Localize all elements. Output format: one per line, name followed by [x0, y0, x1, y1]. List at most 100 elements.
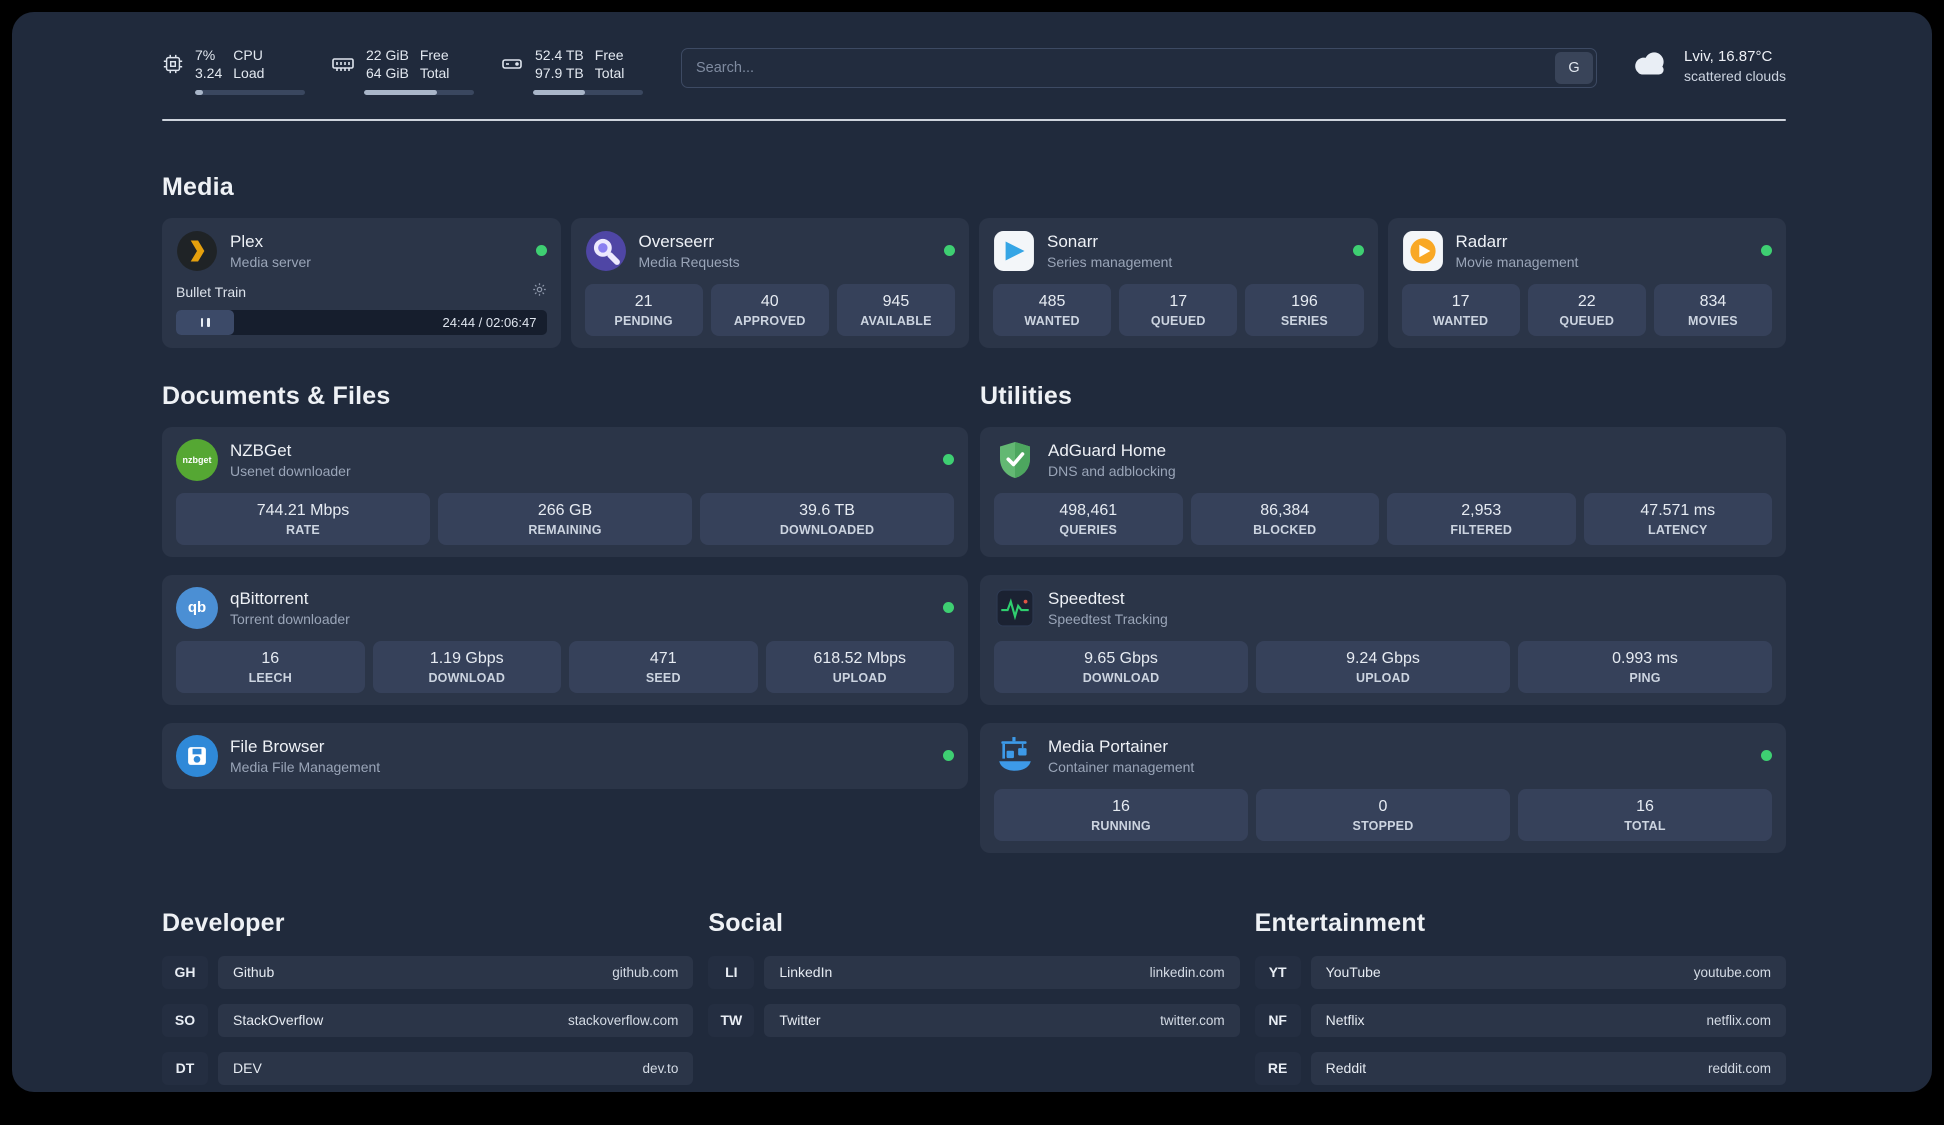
sonarr-card[interactable]: Sonarr Series management 485 WANTED 17 Q… — [979, 217, 1378, 348]
nzbget-card[interactable]: nzbget NZBGet Usenet downloader 744.21 M… — [162, 426, 968, 557]
stat-value: 618.52 Mbps — [813, 649, 906, 667]
disk-label-top: Free — [594, 47, 624, 63]
link-abbr: SO — [162, 1003, 208, 1037]
utilities-column: Utilities AdGuard Home DNS and adblockin… — [980, 382, 1786, 853]
header-divider — [162, 118, 1786, 121]
plex-card[interactable]: Plex Media server Bullet Train 24:44 / 0… — [162, 217, 561, 348]
link-name: Reddit — [1325, 1060, 1367, 1077]
gear-icon[interactable] — [532, 282, 547, 302]
stat-tile: 17 QUEUED — [1119, 283, 1238, 336]
stat-label: RUNNING — [1091, 818, 1151, 833]
stat-tile: 17 WANTED — [1401, 283, 1520, 336]
search-bar[interactable]: G — [681, 48, 1598, 88]
status-dot — [535, 245, 547, 257]
app-name: Radarr — [1455, 231, 1508, 251]
disk-icon — [500, 52, 524, 76]
link-twitter[interactable]: Twitter twitter.com — [764, 1003, 1240, 1037]
stat-value: 39.6 TB — [799, 501, 855, 519]
stat-tile: 196 SERIES — [1245, 283, 1364, 336]
documents-section-title: Documents & Files — [162, 381, 391, 410]
topbar: 7% 3.24 CPU Load 22 GiB 64 GiB Free Tota… — [162, 46, 1786, 95]
link-netflix[interactable]: Netflix netflix.com — [1310, 1003, 1786, 1037]
stat-label: DOWNLOAD — [428, 670, 506, 685]
link-url: twitter.com — [1160, 1012, 1225, 1028]
app-name: qBittorrent — [230, 588, 309, 608]
link-abbr: RE — [1254, 1051, 1301, 1085]
disk-total-value: 97.9 TB — [535, 65, 584, 82]
qbittorrent-icon: qb — [176, 586, 218, 629]
link-row: NF Netflix netflix.com — [1254, 1003, 1786, 1037]
stat-label: TOTAL — [1624, 818, 1666, 833]
stat-value: 16 — [261, 649, 280, 667]
stat-tile: 744.21 Mbps RATE — [176, 492, 430, 545]
developer-section-title: Developer — [162, 908, 285, 937]
app-desc: Container management — [1048, 758, 1195, 775]
stat-value: 2,953 — [1461, 501, 1502, 519]
radarr-icon — [1402, 230, 1444, 272]
stat-value: 498,461 — [1059, 501, 1118, 519]
stat-tile: 498,461 QUERIES — [994, 492, 1183, 545]
link-row: DT DEV dev.to — [162, 1051, 694, 1085]
disk-label-bottom: Total — [594, 65, 625, 82]
stat-tile: 618.52 Mbps UPLOAD — [765, 640, 954, 693]
link-name: DEV — [233, 1060, 262, 1077]
app-desc: Speedtest Tracking — [1048, 610, 1168, 627]
app-name: NZBGet — [230, 440, 292, 460]
stat-value: 0 — [1378, 797, 1388, 815]
plex-icon — [176, 230, 218, 272]
link-name: Netflix — [1325, 1012, 1365, 1029]
portainer-card[interactable]: Media Portainer Container management 16 … — [980, 722, 1786, 853]
link-linkedin[interactable]: LinkedIn linkedin.com — [764, 955, 1240, 989]
link-dev[interactable]: DEV dev.to — [218, 1051, 694, 1085]
stat-value: 9.65 Gbps — [1084, 649, 1158, 667]
pause-button[interactable] — [176, 309, 234, 335]
documents-column: Documents & Files nzbget NZBGet Usenet d… — [162, 382, 968, 853]
stat-label: DOWNLOADED — [779, 522, 875, 537]
link-abbr: YT — [1254, 955, 1301, 989]
app-desc: Movie management — [1455, 253, 1579, 270]
link-row: YT YouTube youtube.com — [1254, 955, 1786, 989]
stat-tile: 47.571 ms LATENCY — [1583, 492, 1772, 545]
stat-label: FILTERED — [1450, 522, 1513, 537]
cpu-progress-bar — [195, 89, 305, 95]
overseerr-card[interactable]: Overseerr Media Requests 21 PENDING 40 A… — [570, 217, 969, 348]
nzbget-icon: nzbget — [176, 438, 218, 481]
stat-label: MOVIES — [1688, 313, 1738, 328]
link-youtube[interactable]: YouTube youtube.com — [1310, 955, 1786, 989]
adguard-icon — [994, 439, 1036, 481]
filebrowser-card[interactable]: File Browser Media File Management — [162, 722, 968, 789]
search-engine-button[interactable]: G — [1555, 52, 1594, 84]
stat-value: 47.571 ms — [1640, 501, 1716, 519]
cpu-load-value: 3.24 — [195, 65, 223, 82]
link-abbr: GH — [162, 955, 208, 989]
ram-label-top: Free — [419, 47, 449, 63]
media-section-title: Media — [162, 172, 234, 201]
link-row: TW Twitter twitter.com — [708, 1003, 1240, 1037]
link-row: SO StackOverflow stackoverflow.com — [162, 1003, 694, 1037]
link-stackoverflow[interactable]: StackOverflow stackoverflow.com — [218, 1003, 694, 1037]
stat-label: LATENCY — [1648, 522, 1708, 537]
stat-label: SERIES — [1280, 313, 1328, 328]
stat-value: 21 — [634, 292, 653, 310]
cpu-progress-fill — [195, 89, 203, 95]
stat-tile: 471 SEED — [569, 640, 758, 693]
speedtest-card[interactable]: Speedtest Speedtest Tracking 9.65 Gbps D… — [980, 574, 1786, 705]
link-row: LI LinkedIn linkedin.com — [708, 955, 1240, 989]
stat-tile: 834 MOVIES — [1653, 283, 1773, 336]
stat-value: 471 — [649, 649, 677, 667]
link-github[interactable]: Github github.com — [218, 955, 694, 989]
qbittorrent-card[interactable]: qb qBittorrent Torrent downloader 16 LEE… — [162, 574, 968, 705]
adguard-card[interactable]: AdGuard Home DNS and adblocking 498,461 … — [980, 426, 1786, 557]
stat-tile: 266 GB REMAINING — [438, 492, 692, 545]
link-name: YouTube — [1325, 964, 1381, 981]
link-reddit[interactable]: Reddit reddit.com — [1310, 1051, 1786, 1085]
ram-free-value: 22 GiB — [366, 47, 409, 63]
speedtest-icon — [994, 587, 1036, 629]
search-input[interactable] — [696, 60, 1556, 76]
stat-label: WANTED — [1024, 313, 1080, 328]
stat-value: 196 — [1291, 292, 1318, 310]
radarr-card[interactable]: Radarr Movie management 17 WANTED 22 QUE… — [1387, 217, 1786, 348]
link-url: youtube.com — [1693, 964, 1771, 980]
stat-label: APPROVED — [733, 313, 806, 328]
disk-monitor: 52.4 TB 97.9 TB Free Total — [500, 46, 643, 95]
